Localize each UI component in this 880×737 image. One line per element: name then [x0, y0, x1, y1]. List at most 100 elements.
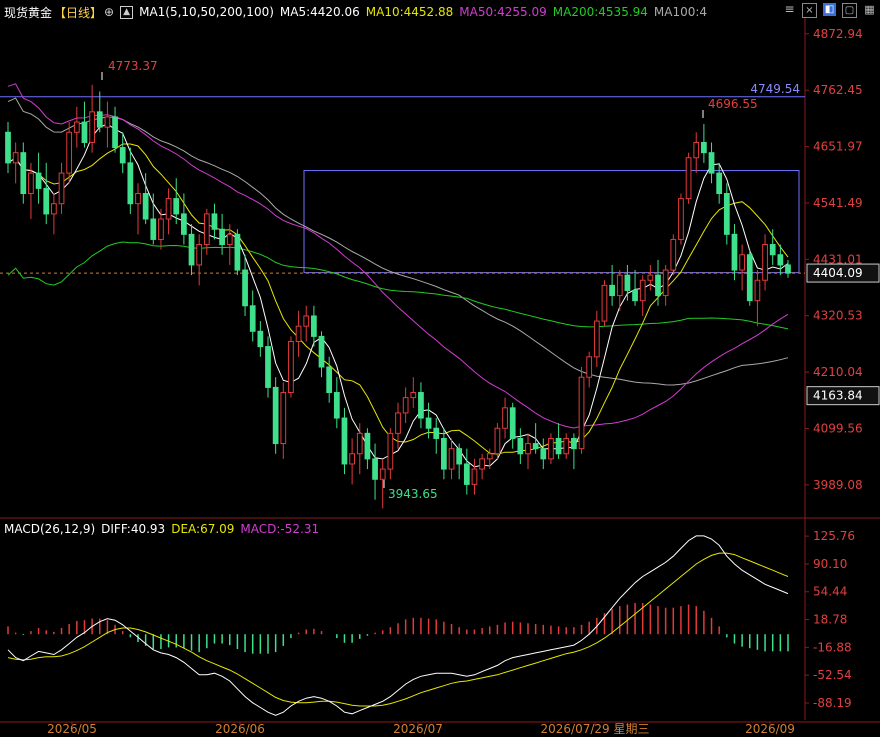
- candle-body[interactable]: [234, 233, 241, 271]
- candle-body[interactable]: [670, 238, 677, 271]
- candle-body[interactable]: [708, 152, 715, 174]
- candle-body[interactable]: [716, 172, 723, 195]
- candle-body[interactable]: [387, 432, 394, 470]
- candle-body[interactable]: [433, 427, 440, 439]
- candle-body[interactable]: [632, 289, 638, 302]
- settings-circle-icon[interactable]: ⊕: [104, 5, 114, 19]
- candle-body[interactable]: [601, 284, 608, 322]
- menu-icon[interactable]: ≡: [783, 3, 796, 16]
- candle-body[interactable]: [418, 392, 424, 419]
- candle-body[interactable]: [486, 453, 493, 460]
- candle-body[interactable]: [181, 213, 187, 235]
- candle-body[interactable]: [188, 233, 195, 266]
- candle-body[interactable]: [693, 141, 700, 159]
- candle-body[interactable]: [769, 244, 776, 256]
- candle-body[interactable]: [739, 254, 745, 271]
- candle-body[interactable]: [639, 279, 646, 302]
- candle-body[interactable]: [135, 193, 141, 205]
- candle-body[interactable]: [647, 274, 654, 281]
- candle-body[interactable]: [280, 392, 287, 445]
- candle-body[interactable]: [12, 152, 19, 164]
- candle-body[interactable]: [288, 340, 294, 394]
- candle-body[interactable]: [609, 284, 615, 297]
- candle-body[interactable]: [58, 172, 65, 205]
- candle-body[interactable]: [311, 315, 317, 337]
- candle-body[interactable]: [548, 437, 554, 460]
- candle-body[interactable]: [372, 458, 378, 480]
- candle-body[interactable]: [249, 305, 256, 332]
- candle-body[interactable]: [272, 386, 279, 445]
- candle-body[interactable]: [525, 443, 531, 455]
- candle-body[interactable]: [479, 458, 485, 470]
- candle-body[interactable]: [502, 407, 508, 429]
- candle-body[interactable]: [257, 330, 264, 348]
- candle-body[interactable]: [196, 244, 203, 266]
- candle-body[interactable]: [28, 172, 34, 195]
- candle-body[interactable]: [655, 274, 661, 297]
- candle-body[interactable]: [456, 448, 463, 465]
- candle-body[interactable]: [341, 417, 348, 465]
- candle-body[interactable]: [532, 443, 539, 450]
- candle-body[interactable]: [219, 228, 225, 246]
- candle-body[interactable]: [66, 131, 73, 174]
- candle-body[interactable]: [303, 315, 310, 327]
- candle-body[interactable]: [441, 437, 447, 470]
- candle-body[interactable]: [104, 116, 111, 128]
- candle-body[interactable]: [395, 412, 401, 434]
- candle-body[interactable]: [96, 111, 103, 128]
- candle-body[interactable]: [731, 233, 738, 271]
- chart-type-icon[interactable]: ▲: [120, 5, 134, 19]
- candle-body[interactable]: [81, 121, 88, 143]
- candle-body[interactable]: [571, 437, 577, 450]
- candle-body[interactable]: [173, 198, 180, 215]
- candle-body[interactable]: [746, 254, 753, 302]
- candle-body[interactable]: [471, 468, 478, 485]
- candle-body[interactable]: [265, 346, 271, 388]
- candle-body[interactable]: [119, 147, 126, 164]
- candle-body[interactable]: [494, 427, 501, 455]
- candle-body[interactable]: [356, 432, 363, 455]
- candle-body[interactable]: [563, 437, 570, 455]
- candle-body[interactable]: [142, 193, 149, 220]
- candle-body[interactable]: [127, 162, 134, 205]
- candle-body[interactable]: [295, 325, 302, 342]
- candle-body[interactable]: [662, 269, 669, 297]
- candle-body[interactable]: [318, 335, 325, 368]
- candle-body[interactable]: [333, 392, 340, 419]
- period-label[interactable]: 【日线】: [54, 4, 102, 21]
- candle-body[interactable]: [51, 203, 57, 215]
- candle-body[interactable]: [777, 254, 784, 266]
- expand-icon[interactable]: ▢: [842, 3, 857, 18]
- candle-body[interactable]: [364, 432, 371, 460]
- chart-svg[interactable]: 4872.944762.454651.974541.494431.014320.…: [0, 0, 880, 737]
- candle-body[interactable]: [89, 111, 95, 143]
- candle-body[interactable]: [410, 392, 417, 399]
- candle-body[interactable]: [723, 193, 730, 235]
- candle-body[interactable]: [158, 218, 164, 240]
- candle-body[interactable]: [73, 121, 80, 133]
- candle-body[interactable]: [150, 218, 157, 240]
- candle-body[interactable]: [586, 356, 593, 378]
- collapse-icon[interactable]: ◧: [823, 3, 836, 16]
- candle-body[interactable]: [448, 448, 455, 470]
- candle-body[interactable]: [509, 407, 516, 439]
- candle-body[interactable]: [685, 157, 692, 200]
- candle-body[interactable]: [425, 417, 432, 429]
- candle-body[interactable]: [226, 233, 233, 246]
- candle-body[interactable]: [701, 141, 707, 154]
- symbol-label[interactable]: 现货黄金: [4, 4, 52, 21]
- candle-body[interactable]: [785, 264, 791, 274]
- candle-body[interactable]: [402, 397, 409, 414]
- candle-body[interactable]: [593, 320, 600, 358]
- candle-body[interactable]: [678, 198, 684, 240]
- candle-body[interactable]: [379, 468, 386, 480]
- candle-body[interactable]: [211, 213, 218, 230]
- candle-body[interactable]: [165, 198, 172, 220]
- candle-body[interactable]: [349, 453, 355, 465]
- candle-body[interactable]: [578, 376, 585, 450]
- candle-body[interactable]: [326, 366, 333, 394]
- candle-body[interactable]: [242, 269, 248, 307]
- candle-body[interactable]: [20, 152, 27, 195]
- candle-body[interactable]: [112, 116, 118, 149]
- grid-icon[interactable]: ▦: [863, 3, 876, 16]
